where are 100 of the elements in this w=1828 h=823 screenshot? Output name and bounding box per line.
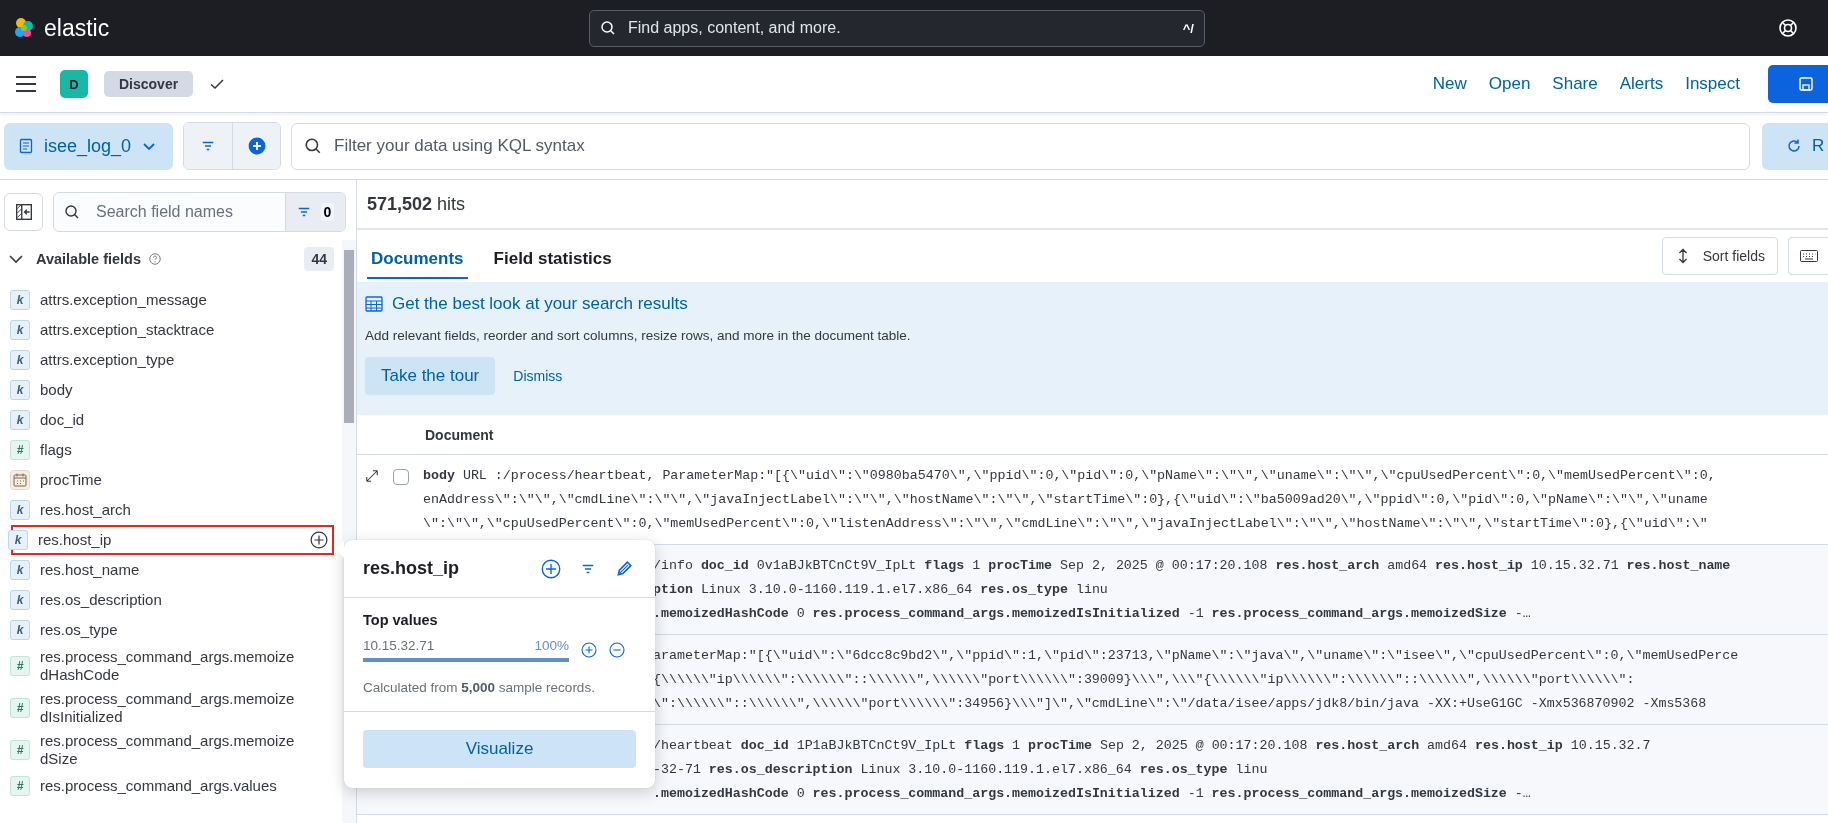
take-tour-button[interactable]: Take the tour — [365, 357, 496, 395]
minus-circle-icon[interactable] — [609, 642, 625, 658]
hits-count: 571,502 hits — [367, 193, 466, 215]
sort-fields-button[interactable]: Sort fields — [1661, 237, 1778, 275]
sample-note: Calculated from 5,000 sample records. — [363, 680, 596, 695]
help-icon[interactable] — [1778, 18, 1798, 38]
global-search-field[interactable]: Find apps, content, and more. ^/ — [589, 9, 1205, 47]
search-icon — [304, 137, 322, 155]
field-item[interactable]: k body — [8, 375, 336, 405]
field-item[interactable]: k doc_id — [8, 405, 336, 435]
brand-name: elastic — [44, 14, 110, 42]
document-text: {\\\\\\"ip\\\\\\":\\\\\\"::\\\\\\",\\\\\\"port\\\\\\":39009}\\\",\\\"{\\\\\\"ip\\\\\\":\\\\\\"::\\\\\\",\\\\\\"port\\\\\\": — [653, 671, 1636, 689]
header-link[interactable]: Open — [1488, 74, 1531, 94]
expand-icon[interactable] — [365, 469, 379, 483]
keyword-type-token: k — [10, 380, 30, 400]
section-title: Top values — [363, 612, 439, 628]
help-icon — [149, 253, 162, 265]
number-type-token: # — [10, 656, 30, 676]
plus-circle-icon[interactable] — [541, 558, 561, 579]
header-link[interactable]: New — [1432, 74, 1467, 94]
refresh-icon — [1786, 138, 1802, 154]
field-item[interactable]: k res.os_type — [8, 615, 336, 645]
text-input[interactable]: Filter your data using KQL syntax — [332, 135, 1737, 157]
number-type-token: # — [10, 440, 30, 460]
document-text: /info doc_id 0v1aBJkBTCnCt9V_IpLt flags 1 procTime Sep 2, 2025 @ 00:17:20.108 res.host_arch amd64 res.host_ip 10.15.32.71 res.host_name — [653, 557, 1731, 575]
tab[interactable]: Documents — [367, 233, 468, 279]
document-text: .memoizedHashCode 0 res.process_command_args.memoizedIsInitialized -1 res.process_command_args.memoizedSize -… — [653, 605, 1532, 623]
field-item[interactable]: k attrs.exception_message — [8, 285, 336, 315]
menu-icon[interactable] — [16, 76, 36, 92]
space-avatar[interactable]: D — [60, 70, 88, 98]
document-text: \":\"\",\"cpuUsedPercent\":0,\"memUsedPercent\":0,\"listenAddress\":\"\",\"cmdLine\":\"\",\"javaInjectLabel\":\"\",\"hostName\":\"\",\"startTime\":0},{\"uid\":\" — [423, 515, 1709, 533]
document-text: arameterMap:"[{\"uid\":\"6dcc8c9bd2\",\"ppid\":1,\"pid\":23713,\"pName\":\"java\",\"uname\":\"isee\",\"cpuUsedPercent\":0,\"memUsedPerce — [653, 647, 1739, 665]
document-icon — [18, 138, 34, 154]
callout-text: Add relevant fields, reorder and sort columns, resize rows, and more in the document table. — [365, 328, 912, 343]
table-icon — [365, 295, 383, 313]
keyword-type-token: k — [10, 410, 30, 430]
document-text: .memoizedHashCode 0 res.process_command_args.memoizedIsInitialized -1 res.process_command_args.memoizedSize -… — [653, 785, 1532, 803]
field-item[interactable]: k attrs.exception_stacktrace — [8, 315, 336, 345]
search-icon — [64, 204, 80, 220]
text-input[interactable]: Find apps, content, and more. — [626, 18, 1173, 38]
shortcut-hint: ^/ — [1182, 20, 1194, 36]
top-value-percent: 100% — [534, 638, 569, 653]
dismiss-button[interactable]: Dismiss — [505, 368, 571, 384]
column-header[interactable]: Document — [425, 426, 494, 443]
header-link[interactable]: Inspect — [1685, 74, 1740, 94]
plus-circle-icon — [247, 137, 266, 155]
field-item[interactable]: procTime — [8, 465, 336, 495]
document-text: -32-71 res.os_description Linux 3.10.0-1160.119.1.el7.x86_64 res.os_type linu — [653, 761, 1269, 779]
document-text: enAddress\":\"\",\"cmdLine\":\"\",\"javaInjectLabel\":\"\",\"hostName\":\"\",\"startTime\":0},{\"uid\":\"ba5009ad20\",\"ppid\":0,\"pid\":0,\"pName\":\"\",\"uname — [423, 491, 1709, 509]
search-icon — [600, 20, 616, 36]
field-item[interactable]: # flags — [8, 435, 336, 465]
number-type-token: # — [10, 776, 30, 796]
header-link[interactable]: Share — [1552, 74, 1598, 94]
visualize-button[interactable]: Visualize — [363, 730, 636, 768]
data-view-picker[interactable]: isee_log_0 — [4, 122, 173, 170]
keyword-type-token: k — [10, 320, 30, 340]
plus-circle-icon[interactable] — [581, 642, 597, 658]
callout-title: Get the best look at your search results — [392, 294, 688, 314]
field-item[interactable]: # res.process_command_args.values — [8, 771, 336, 801]
pencil-icon[interactable] — [615, 559, 633, 578]
save-icon — [1798, 76, 1814, 92]
field-item[interactable]: k res.os_description — [8, 585, 336, 615]
filter-icon — [296, 205, 311, 219]
keyword-type-token: k — [10, 290, 30, 310]
section-title: Available fields — [36, 251, 142, 267]
collapse-sidebar-button[interactable] — [4, 193, 43, 231]
field-item[interactable]: k res.host_ip — [11, 525, 334, 555]
breadcrumb[interactable]: Discover — [104, 71, 194, 97]
field-search-field[interactable]: Search field names 0 — [53, 192, 346, 232]
field-item[interactable]: # res.process_command_args.memoizedHashCode — [8, 645, 336, 687]
document-text: body URL :/process/heartbeat, ParameterMap:"[{\"uid\":\"0980ba5470\",\"ppid\":0,\"pid\":0,\"pName\":\"\",\"uname\":\"\",\"cpuUsedPercent\":0,\"memUsedPercent\":0, — [423, 467, 1716, 485]
query-field[interactable]: Filter your data using KQL syntax — [291, 122, 1750, 170]
field-item[interactable]: k res.host_name — [8, 555, 336, 585]
field-filter-button[interactable]: 0 — [285, 193, 345, 231]
add-filter-button[interactable] — [232, 123, 280, 169]
field-item[interactable]: k res.host_arch — [8, 495, 336, 525]
keyword-type-token: k — [10, 500, 30, 520]
check-icon — [209, 76, 226, 92]
plus-circle-icon[interactable] — [310, 531, 328, 549]
number-type-token: # — [10, 740, 30, 760]
keyword-type-token: k — [10, 560, 30, 580]
calendar-icon — [10, 470, 30, 490]
field-item[interactable]: k attrs.exception_type — [8, 345, 336, 375]
text-input[interactable]: Search field names — [94, 202, 275, 222]
row-checkbox[interactable] — [393, 469, 409, 485]
field-item[interactable]: # res.process_command_args.memoizedSize — [8, 729, 336, 771]
keyword-type-token: k — [10, 350, 30, 370]
filter-count: 0 — [320, 203, 335, 221]
tab[interactable]: Field statistics — [489, 233, 616, 279]
keyboard-shortcuts-button[interactable] — [1788, 237, 1828, 275]
header-link[interactable]: Alerts — [1619, 74, 1664, 94]
logo-icon — [12, 16, 36, 40]
keyword-type-token: k — [8, 530, 28, 550]
collapse-panel-icon — [14, 203, 33, 221]
filter-icon — [201, 139, 215, 153]
save-button[interactable] — [1768, 65, 1828, 103]
top-value: 10.15.32.71 — [363, 638, 435, 653]
field-item[interactable]: # res.process_command_args.memoizedIsInitialized — [8, 687, 336, 729]
keyboard-icon — [1799, 250, 1818, 262]
refresh-button[interactable]: R — [1762, 122, 1828, 170]
